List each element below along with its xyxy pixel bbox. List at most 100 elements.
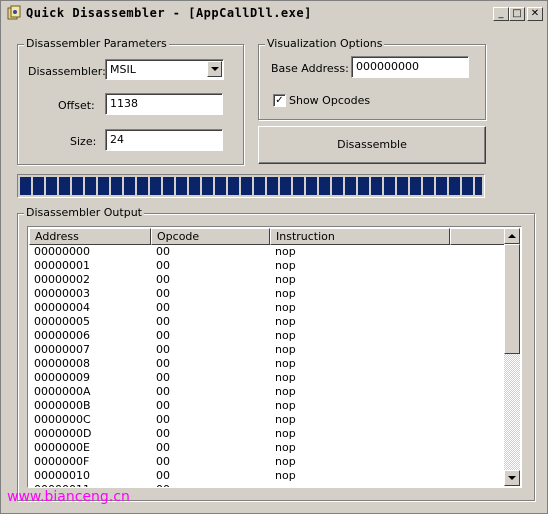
base-address-field[interactable]: 000000000 <box>351 56 469 78</box>
group-title: Disassembler Parameters <box>24 37 169 50</box>
opcode-cell: 00 <box>156 455 170 468</box>
instruction-cell: nop <box>275 371 296 384</box>
instruction-cell: nop <box>275 343 296 356</box>
list-item[interactable]: 0000000D 00 nop <box>29 427 507 441</box>
list-item[interactable]: 0000000A 00 nop <box>29 385 507 399</box>
column-header-address[interactable]: Address <box>29 228 151 245</box>
opcode-cell: 00 <box>156 427 170 440</box>
title-bar[interactable]: Quick Disassembler - [AppCallDll.exe] _ … <box>2 2 546 24</box>
list-body[interactable]: 00000000 00 nop 00000001 00 nop 00000002 00 nop 0… <box>29 245 507 487</box>
address-cell: 0000000B <box>34 399 91 412</box>
list-item[interactable]: 00000000 00 nop <box>29 245 507 259</box>
offset-label: Offset: <box>58 99 95 112</box>
list-item[interactable]: 0000000F 00 nop <box>29 455 507 469</box>
disassembler-label: Disassembler: <box>28 65 106 78</box>
vertical-scrollbar[interactable] <box>504 228 520 486</box>
offset-field[interactable]: 1138 <box>105 93 223 115</box>
show-opcodes-label[interactable]: Show Opcodes <box>289 94 370 107</box>
disassembler-parameters-group: Disassembler Parameters Disassembler: MS… <box>17 37 244 165</box>
list-header: Address Opcode Instruction <box>29 228 507 245</box>
opcode-cell: 00 <box>156 399 170 412</box>
opcode-cell: 00 <box>156 245 170 258</box>
address-cell: 00000000 <box>34 245 90 258</box>
address-cell: 0000000F <box>34 455 90 468</box>
address-cell: 00000001 <box>34 259 90 272</box>
list-item[interactable]: 00000001 00 nop <box>29 259 507 273</box>
instruction-cell: nop <box>275 315 296 328</box>
address-cell: 0000000A <box>34 385 91 398</box>
list-item[interactable]: 00000004 00 nop <box>29 301 507 315</box>
address-cell: 00000004 <box>34 301 90 314</box>
opcode-cell: 00 <box>156 483 170 487</box>
address-cell: 00000003 <box>34 287 90 300</box>
group-title: Disassembler Output <box>24 206 144 219</box>
window-title: Quick Disassembler - [AppCallDll.exe] <box>26 6 312 20</box>
instruction-cell: nop <box>275 413 296 426</box>
address-cell: 00000008 <box>34 357 90 370</box>
size-label: Size: <box>70 135 97 148</box>
opcode-cell: 00 <box>156 441 170 454</box>
list-item[interactable]: 00000005 00 nop <box>29 315 507 329</box>
progress-fill <box>20 177 482 195</box>
scroll-down-icon[interactable] <box>504 470 520 486</box>
instruction-cell: nop <box>275 399 296 412</box>
list-item[interactable]: 0000000B 00 nop <box>29 399 507 413</box>
instruction-cell: nop <box>275 245 296 258</box>
instruction-cell: nop <box>275 273 296 286</box>
progress-bar <box>17 174 485 198</box>
chevron-down-icon[interactable] <box>207 61 222 77</box>
instruction-cell: nop <box>275 427 296 440</box>
instruction-cell: nop <box>275 329 296 342</box>
app-icon <box>7 5 21 20</box>
address-cell: 0000000C <box>34 413 91 426</box>
instruction-cell: nop <box>275 301 296 314</box>
opcode-cell: 00 <box>156 287 170 300</box>
address-cell: 00000007 <box>34 343 90 356</box>
list-item[interactable]: 00000002 00 nop <box>29 273 507 287</box>
size-field[interactable]: 24 <box>105 129 223 151</box>
disassembler-value: MSIL <box>110 63 136 76</box>
list-item[interactable]: 00000006 00 nop <box>29 329 507 343</box>
address-cell: 00000002 <box>34 273 90 286</box>
opcode-cell: 00 <box>156 357 170 370</box>
opcode-cell: 00 <box>156 273 170 286</box>
watermark-text: www.bianceng.cn <box>7 489 130 505</box>
column-header-instruction[interactable]: Instruction <box>270 228 450 245</box>
minimize-button[interactable]: _ <box>493 7 509 21</box>
scroll-up-icon[interactable] <box>504 228 520 244</box>
list-item[interactable]: 00000011 00 nop <box>29 483 507 487</box>
list-item[interactable]: 00000009 00 nop <box>29 371 507 385</box>
show-opcodes-checkbox[interactable]: ✓ <box>273 94 286 107</box>
opcode-cell: 00 <box>156 315 170 328</box>
output-list[interactable]: Address Opcode Instruction 00000000 00 nop… <box>27 226 522 488</box>
opcode-cell: 00 <box>156 329 170 342</box>
address-cell: 00000010 <box>34 469 90 482</box>
address-cell: 0000000D <box>34 427 92 440</box>
list-item[interactable]: 00000003 00 nop <box>29 287 507 301</box>
opcode-cell: 00 <box>156 385 170 398</box>
list-item[interactable]: 0000000C 00 nop <box>29 413 507 427</box>
instruction-cell: nop <box>275 385 296 398</box>
list-item[interactable]: 0000000E 00 nop <box>29 441 507 455</box>
app-window: Quick Disassembler - [AppCallDll.exe] _ … <box>0 0 548 514</box>
address-cell: 00000009 <box>34 371 90 384</box>
instruction-cell: nop <box>275 469 296 482</box>
instruction-cell: nop <box>275 357 296 370</box>
address-cell: 00000011 <box>34 483 90 487</box>
address-cell: 00000006 <box>34 329 90 342</box>
opcode-cell: 00 <box>156 301 170 314</box>
opcode-cell: 00 <box>156 469 170 482</box>
list-item[interactable]: 00000007 00 nop <box>29 343 507 357</box>
opcode-cell: 00 <box>156 413 170 426</box>
disassembler-combo[interactable]: MSIL <box>105 59 224 80</box>
list-item[interactable]: 00000008 00 nop <box>29 357 507 371</box>
close-button[interactable]: ✕ <box>527 7 543 21</box>
disassemble-button[interactable]: Disassemble <box>258 126 486 164</box>
address-cell: 0000000E <box>34 441 90 454</box>
instruction-cell: nop <box>275 259 296 272</box>
column-header-opcode[interactable]: Opcode <box>151 228 270 245</box>
list-item[interactable]: 00000010 00 nop <box>29 469 507 483</box>
maximize-button[interactable]: □ <box>509 7 525 21</box>
scroll-thumb[interactable] <box>504 244 520 354</box>
opcode-cell: 00 <box>156 371 170 384</box>
